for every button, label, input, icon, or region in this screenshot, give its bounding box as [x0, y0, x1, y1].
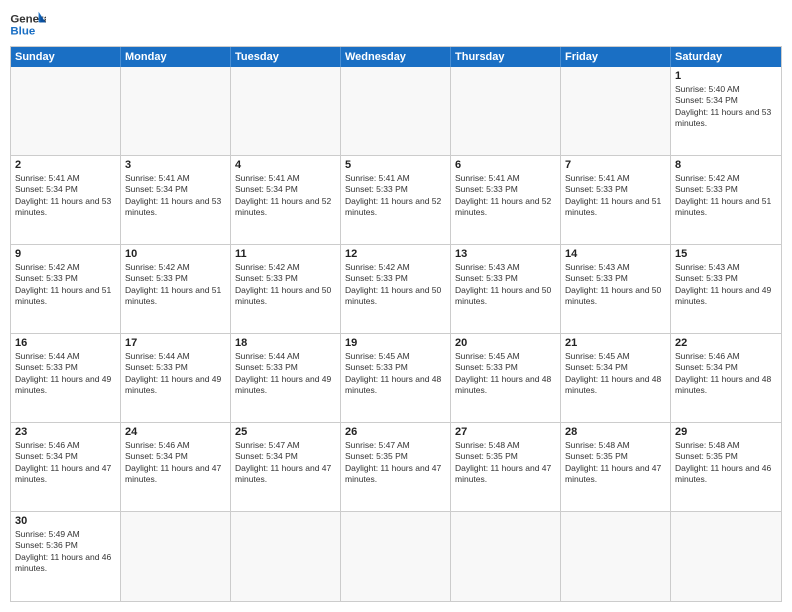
day-cell-7: 7Sunrise: 5:41 AM Sunset: 5:33 PM Daylig…	[561, 156, 671, 245]
day-cell-13: 13Sunrise: 5:43 AM Sunset: 5:33 PM Dayli…	[451, 245, 561, 334]
header: General Blue	[10, 10, 782, 40]
day-cell-29: 29Sunrise: 5:48 AM Sunset: 5:35 PM Dayli…	[671, 423, 781, 512]
header-day-sunday: Sunday	[11, 47, 121, 67]
empty-cell	[561, 512, 671, 601]
day-cell-6: 6Sunrise: 5:41 AM Sunset: 5:33 PM Daylig…	[451, 156, 561, 245]
day-cell-22: 22Sunrise: 5:46 AM Sunset: 5:34 PM Dayli…	[671, 334, 781, 423]
empty-cell	[671, 512, 781, 601]
day-cell-11: 11Sunrise: 5:42 AM Sunset: 5:33 PM Dayli…	[231, 245, 341, 334]
header-day-wednesday: Wednesday	[341, 47, 451, 67]
day-cell-19: 19Sunrise: 5:45 AM Sunset: 5:33 PM Dayli…	[341, 334, 451, 423]
empty-cell	[231, 67, 341, 156]
empty-cell	[11, 67, 121, 156]
day-cell-3: 3Sunrise: 5:41 AM Sunset: 5:34 PM Daylig…	[121, 156, 231, 245]
day-cell-25: 25Sunrise: 5:47 AM Sunset: 5:34 PM Dayli…	[231, 423, 341, 512]
day-cell-26: 26Sunrise: 5:47 AM Sunset: 5:35 PM Dayli…	[341, 423, 451, 512]
day-cell-21: 21Sunrise: 5:45 AM Sunset: 5:34 PM Dayli…	[561, 334, 671, 423]
day-cell-30: 30Sunrise: 5:49 AM Sunset: 5:36 PM Dayli…	[11, 512, 121, 601]
empty-cell	[561, 67, 671, 156]
page: General Blue SundayMondayTuesdayWednesda…	[0, 0, 792, 612]
empty-cell	[121, 67, 231, 156]
day-cell-9: 9Sunrise: 5:42 AM Sunset: 5:33 PM Daylig…	[11, 245, 121, 334]
day-cell-14: 14Sunrise: 5:43 AM Sunset: 5:33 PM Dayli…	[561, 245, 671, 334]
day-cell-18: 18Sunrise: 5:44 AM Sunset: 5:33 PM Dayli…	[231, 334, 341, 423]
logo: General Blue	[10, 10, 46, 40]
empty-cell	[451, 512, 561, 601]
day-cell-1: 1Sunrise: 5:40 AM Sunset: 5:34 PM Daylig…	[671, 67, 781, 156]
empty-cell	[341, 512, 451, 601]
day-cell-4: 4Sunrise: 5:41 AM Sunset: 5:34 PM Daylig…	[231, 156, 341, 245]
header-day-friday: Friday	[561, 47, 671, 67]
header-day-saturday: Saturday	[671, 47, 781, 67]
empty-cell	[231, 512, 341, 601]
calendar: SundayMondayTuesdayWednesdayThursdayFrid…	[10, 46, 782, 602]
day-cell-27: 27Sunrise: 5:48 AM Sunset: 5:35 PM Dayli…	[451, 423, 561, 512]
calendar-header: SundayMondayTuesdayWednesdayThursdayFrid…	[11, 47, 781, 67]
header-day-thursday: Thursday	[451, 47, 561, 67]
day-cell-28: 28Sunrise: 5:48 AM Sunset: 5:35 PM Dayli…	[561, 423, 671, 512]
day-cell-17: 17Sunrise: 5:44 AM Sunset: 5:33 PM Dayli…	[121, 334, 231, 423]
day-cell-23: 23Sunrise: 5:46 AM Sunset: 5:34 PM Dayli…	[11, 423, 121, 512]
day-cell-8: 8Sunrise: 5:42 AM Sunset: 5:33 PM Daylig…	[671, 156, 781, 245]
empty-cell	[341, 67, 451, 156]
calendar-body: 1Sunrise: 5:40 AM Sunset: 5:34 PM Daylig…	[11, 67, 781, 601]
header-day-monday: Monday	[121, 47, 231, 67]
empty-cell	[121, 512, 231, 601]
logo-icon: General Blue	[10, 10, 46, 40]
header-day-tuesday: Tuesday	[231, 47, 341, 67]
empty-cell	[451, 67, 561, 156]
day-cell-24: 24Sunrise: 5:46 AM Sunset: 5:34 PM Dayli…	[121, 423, 231, 512]
day-cell-2: 2Sunrise: 5:41 AM Sunset: 5:34 PM Daylig…	[11, 156, 121, 245]
svg-text:Blue: Blue	[10, 26, 35, 38]
day-cell-15: 15Sunrise: 5:43 AM Sunset: 5:33 PM Dayli…	[671, 245, 781, 334]
day-cell-20: 20Sunrise: 5:45 AM Sunset: 5:33 PM Dayli…	[451, 334, 561, 423]
day-cell-12: 12Sunrise: 5:42 AM Sunset: 5:33 PM Dayli…	[341, 245, 451, 334]
day-cell-5: 5Sunrise: 5:41 AM Sunset: 5:33 PM Daylig…	[341, 156, 451, 245]
day-cell-10: 10Sunrise: 5:42 AM Sunset: 5:33 PM Dayli…	[121, 245, 231, 334]
day-cell-16: 16Sunrise: 5:44 AM Sunset: 5:33 PM Dayli…	[11, 334, 121, 423]
